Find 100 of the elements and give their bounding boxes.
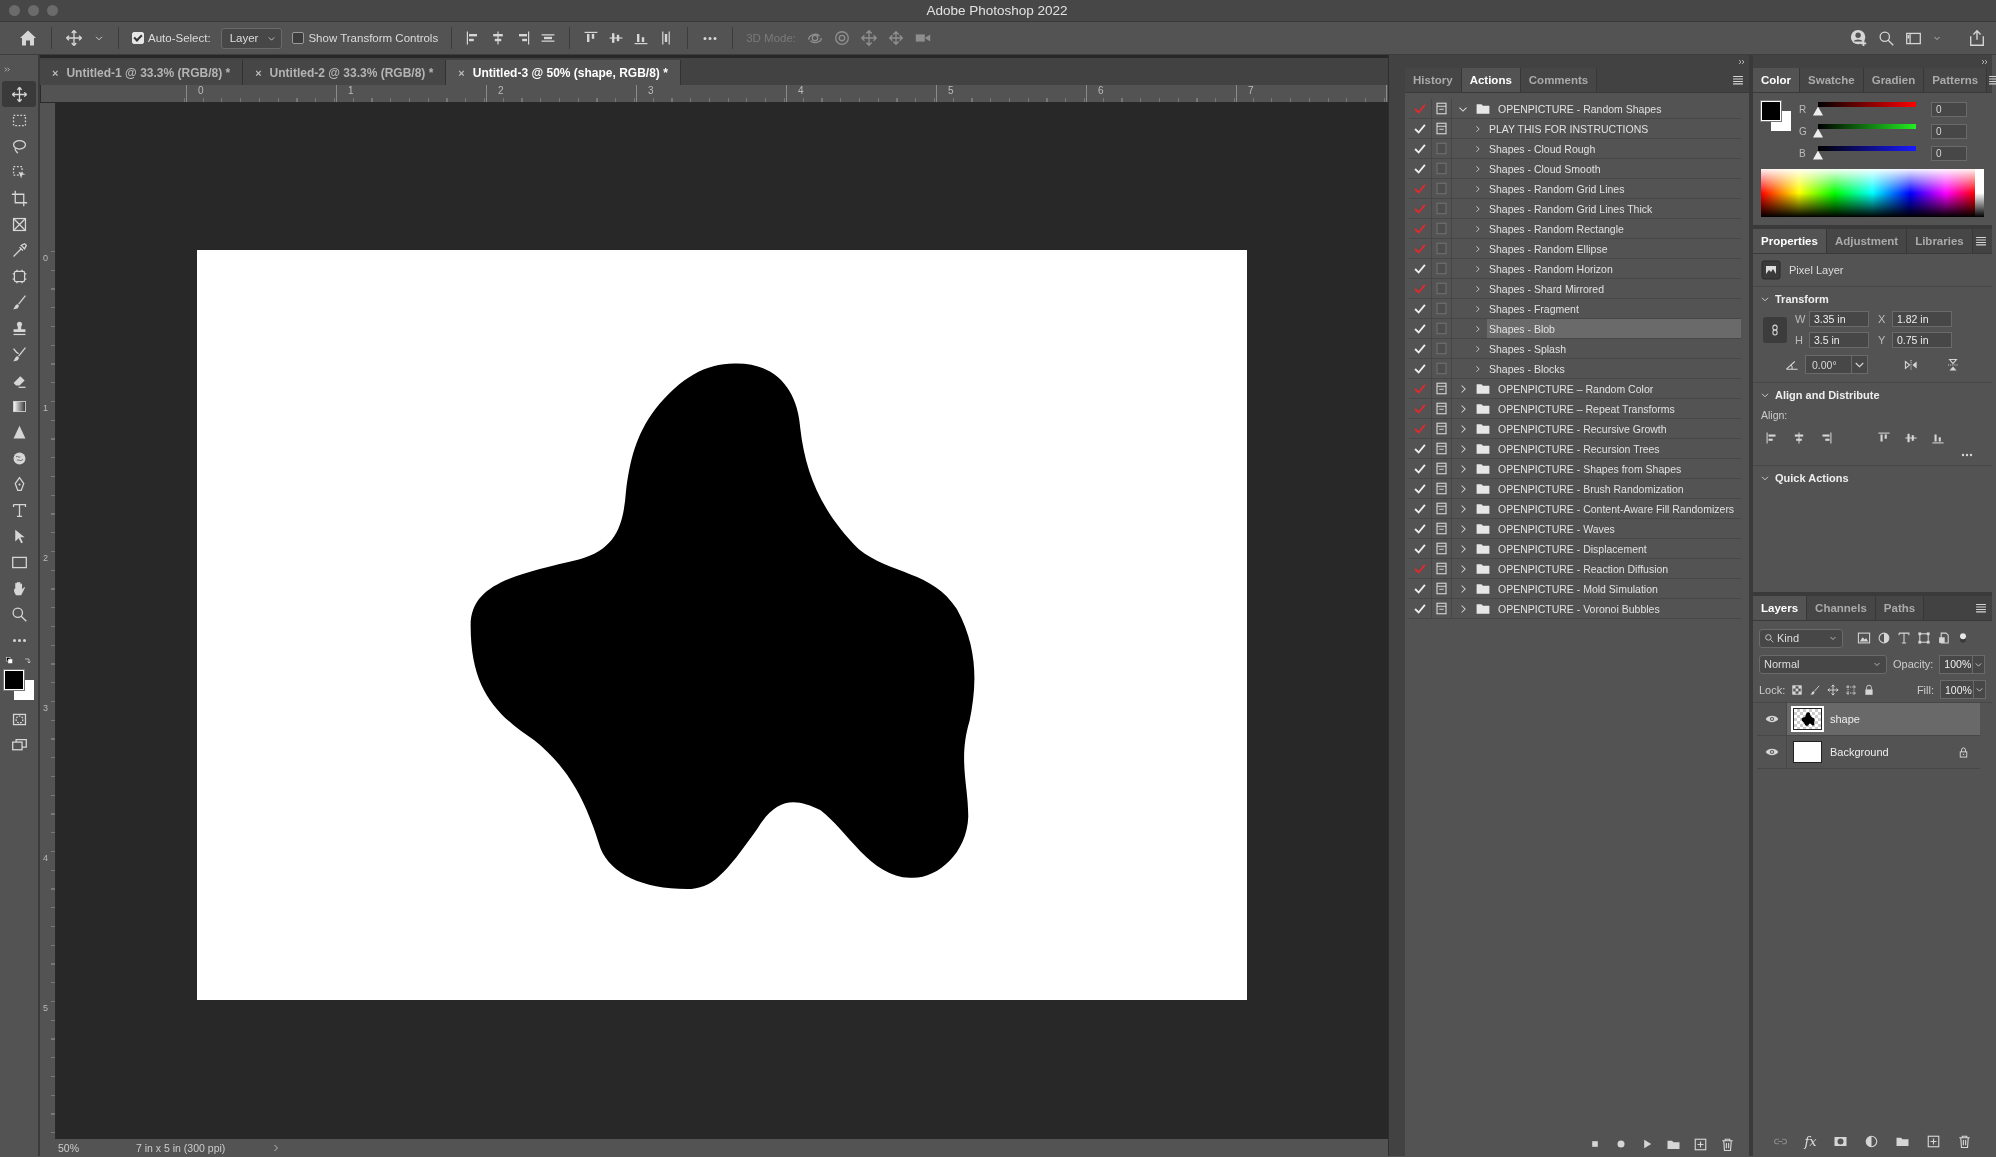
checkmark-icon[interactable] [1413, 561, 1427, 576]
action-item[interactable]: Shapes - Random Ellipse [1487, 239, 1741, 258]
action-item[interactable]: OPENPICTURE - Recursive Growth [1496, 419, 1741, 438]
panel-tab[interactable]: Paths [1875, 596, 1925, 620]
action-item[interactable]: Shapes - Cloud Rough [1487, 139, 1741, 158]
slider-thumb[interactable] [1813, 106, 1823, 116]
checkmark-icon[interactable] [1413, 201, 1427, 216]
panel-tab[interactable]: Libraries [1907, 229, 1973, 253]
fx-button[interactable]: fx [1804, 1133, 1817, 1149]
section-header[interactable]: Quick Actions [1759, 472, 1849, 484]
dialog-toggle-icon[interactable] [1434, 461, 1449, 476]
align-center-icon[interactable] [1792, 431, 1806, 445]
menu-icon[interactable] [1974, 601, 1988, 615]
panel-tab[interactable]: Channels [1807, 596, 1876, 620]
menu-icon[interactable] [1974, 234, 1988, 248]
panel-tab[interactable]: Gradien [1863, 68, 1925, 92]
empty-toggle-icon[interactable] [1434, 161, 1449, 176]
dialog-toggle-icon[interactable] [1434, 481, 1449, 496]
empty-toggle-icon[interactable] [1434, 281, 1449, 296]
empty-toggle-icon[interactable] [1434, 321, 1449, 336]
checkmark-icon[interactable] [1413, 601, 1427, 616]
document-tab[interactable]: × Untitled-3 @ 50% (shape, RGB/8) * [446, 60, 681, 85]
action-item[interactable]: OPENPICTURE - Recursion Trees [1496, 439, 1741, 458]
checkmark-icon[interactable] [1413, 501, 1427, 516]
filter-toggle[interactable] [1957, 630, 1969, 646]
y-field[interactable]: 0.75 in [1892, 332, 1952, 348]
blend-mode-dropdown[interactable]: Normal [1759, 654, 1887, 674]
dialog-toggle-icon[interactable] [1434, 101, 1449, 116]
align-left-icon[interactable] [1765, 431, 1779, 445]
trash-icon[interactable] [1720, 1136, 1735, 1152]
dialog-toggle-icon[interactable] [1434, 501, 1449, 516]
flip-horizontal-icon[interactable] [1904, 357, 1918, 372]
document-tab[interactable]: × Untitled-2 @ 33.3% (RGB/8) * [243, 60, 447, 85]
action-item[interactable]: Shapes - Cloud Smooth [1487, 159, 1741, 178]
collapse-icon[interactable] [3, 64, 12, 74]
dialog-toggle-icon[interactable] [1434, 601, 1449, 616]
height-field[interactable]: 3.5 in [1809, 332, 1869, 348]
checkmark-icon[interactable] [1413, 581, 1427, 596]
empty-toggle-icon[interactable] [1434, 221, 1449, 236]
section-header[interactable]: Transform [1759, 293, 1829, 305]
adjustment-filter-icon[interactable] [1877, 631, 1891, 645]
checkmark-icon[interactable] [1413, 121, 1427, 136]
link-button[interactable] [1763, 316, 1787, 343]
more-icon[interactable] [1960, 453, 1974, 457]
empty-toggle-icon[interactable] [1434, 361, 1449, 376]
action-item[interactable]: Shapes - Random Grid Lines [1487, 179, 1741, 198]
action-item[interactable]: OPENPICTURE – Repeat Transforms [1496, 399, 1741, 418]
checkmark-icon[interactable] [1413, 281, 1427, 296]
empty-toggle-icon[interactable] [1434, 301, 1449, 316]
empty-toggle-icon[interactable] [1434, 181, 1449, 196]
layer-row[interactable]: Background [1787, 736, 1980, 768]
checkmark-icon[interactable] [1413, 221, 1427, 236]
empty-toggle-icon[interactable] [1434, 201, 1449, 216]
adjustment-icon[interactable] [1863, 1133, 1879, 1149]
user-icon[interactable] [1850, 29, 1868, 47]
panel-tab[interactable]: Comments [1520, 68, 1598, 92]
action-item[interactable]: Shapes - Fragment [1487, 299, 1741, 318]
color-swatches[interactable] [1761, 101, 1791, 131]
width-field[interactable]: 3.35 in [1809, 311, 1869, 327]
checkmark-icon[interactable] [1413, 261, 1427, 276]
tool-button[interactable] [2, 81, 36, 107]
action-item[interactable]: Shapes - Random Horizon [1487, 259, 1741, 278]
new-layer-icon[interactable] [1925, 1133, 1941, 1149]
empty-toggle-icon[interactable] [1434, 341, 1449, 356]
action-item[interactable]: OPENPICTURE - Waves [1496, 519, 1741, 538]
panel-tab[interactable]: Actions [1461, 68, 1521, 92]
panel-tab[interactable]: Properties [1753, 229, 1827, 253]
close-tab-button[interactable]: × [458, 66, 465, 79]
checkmark-icon[interactable] [1413, 401, 1427, 416]
close-tab-button[interactable]: × [52, 66, 59, 79]
action-item[interactable]: Shapes - Blob [1487, 319, 1741, 338]
panel-tab[interactable]: Layers [1753, 596, 1808, 620]
checkmark-icon[interactable] [1413, 481, 1427, 496]
action-item[interactable]: OPENPICTURE – Random Color [1496, 379, 1741, 398]
lock-icon[interactable] [1957, 745, 1970, 759]
dialog-toggle-icon[interactable] [1434, 541, 1449, 556]
checkmark-icon[interactable] [1413, 341, 1427, 356]
panel-tab[interactable]: Adjustment [1826, 229, 1908, 253]
trash-icon[interactable] [1956, 1133, 1972, 1149]
action-item[interactable]: OPENPICTURE - Random Shapes [1496, 99, 1741, 118]
action-item[interactable]: OPENPICTURE - Brush Randomization [1496, 479, 1741, 498]
document-tab[interactable]: × Untitled-1 @ 33.3% (RGB/8) * [40, 60, 244, 85]
checkmark-icon[interactable] [1413, 461, 1427, 476]
checkmark-icon[interactable] [1413, 161, 1427, 176]
empty-toggle-icon[interactable] [1434, 261, 1449, 276]
action-item[interactable]: OPENPICTURE - Reaction Diffusion [1496, 559, 1741, 578]
channel-value-field[interactable]: 0 [1931, 145, 1967, 161]
move-icon[interactable] [65, 29, 83, 47]
new-item-icon[interactable] [1693, 1136, 1708, 1152]
panel-tab[interactable]: Swatche [1800, 68, 1864, 92]
action-item[interactable]: Shapes - Random Grid Lines Thick [1487, 199, 1741, 218]
move-icon[interactable] [1827, 683, 1840, 696]
target-dropdown[interactable]: Layer [220, 27, 283, 49]
search-icon[interactable] [1878, 29, 1895, 47]
checkmark-icon[interactable] [1413, 381, 1427, 396]
slider-thumb[interactable] [1813, 150, 1823, 160]
checkmark-icon[interactable] [1413, 421, 1427, 436]
action-item[interactable]: Shapes - Blocks [1487, 359, 1741, 378]
transform-controls-checkbox[interactable]: Show Transform Controls [292, 32, 439, 44]
auto-select-checkbox[interactable]: Auto-Select: [132, 32, 211, 44]
